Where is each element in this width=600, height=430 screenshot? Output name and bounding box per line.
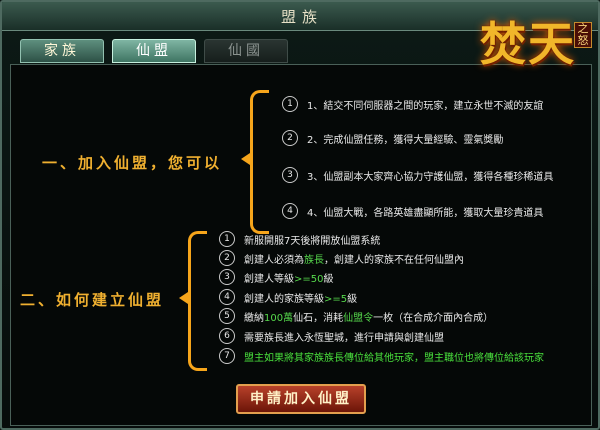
logo-subtitle: 之怒 [574, 22, 592, 48]
tab-family[interactable]: 家族 [20, 39, 104, 63]
number-badge: 4 [219, 289, 235, 305]
list-item-text: 繳納100萬仙石，消耗仙盟令一枚（在合成介面內合成） [244, 312, 494, 324]
game-logo: 焚天 之怒 [470, 2, 598, 88]
list-item: 1 新服開服7天後將開放仙盟系統 [219, 231, 380, 247]
list-item: 3 創建人等級>=50級 [219, 269, 333, 285]
number-badge: 2 [219, 250, 235, 266]
tab-nation[interactable]: 仙國 [204, 39, 288, 63]
bracket-create [188, 231, 207, 371]
number-badge: 1 [282, 96, 298, 112]
list-item-text: 盟主如果將其家族族長傳位給其他玩家，盟主職位也將傳位給該玩家 [244, 352, 544, 364]
number-badge: 2 [282, 130, 298, 146]
number-badge: 3 [282, 167, 298, 183]
list-item: 3 3、仙盟副本大家齊心協力守護仙盟，獲得各種珍稀道具 [282, 167, 553, 183]
logo-title: 焚天 [480, 17, 576, 71]
list-item: 2 創建人必須為族長，創建人的家族不在任何仙盟內 [219, 250, 464, 266]
bracket-pointer-join [241, 153, 250, 165]
list-item-text: 3、仙盟副本大家齊心協力守護仙盟，獲得各種珍稀道具 [307, 171, 554, 183]
list-item: 2 2、完成仙盟任務，獲得大量經驗、靈氣獎勵 [282, 130, 503, 146]
alliance-window: 盟族 家族 仙盟 仙國 一、加入仙盟，您可以 1 1、結交不同伺服器之間的玩家，… [0, 0, 600, 430]
section-heading-create: 二、如何建立仙盟 [20, 291, 165, 309]
number-badge: 7 [219, 348, 235, 364]
number-badge: 6 [219, 328, 235, 344]
list-item: 4 4、仙盟大戰，各路英雄盡顯所能，獲取大量珍貴道具 [282, 203, 543, 219]
number-badge: 3 [219, 269, 235, 285]
list-item: 5 繳納100萬仙石，消耗仙盟令一枚（在合成介面內合成） [219, 308, 493, 324]
list-item-text: 新服開服7天後將開放仙盟系統 [244, 235, 381, 247]
list-item-text: 1、結交不同伺服器之間的玩家，建立永世不滅的友誼 [307, 100, 544, 112]
list-item-text: 4、仙盟大戰，各路英雄盡顯所能，獲取大量珍貴道具 [307, 207, 544, 219]
section-heading-join: 一、加入仙盟，您可以 [42, 154, 223, 172]
number-badge: 1 [219, 231, 235, 247]
list-item: 6 需要族長進入永恆聖城，進行申請與創建仙盟 [219, 328, 444, 344]
tab-alliance[interactable]: 仙盟 [112, 39, 196, 63]
list-item: 4 創建人的家族等級>=5級 [219, 289, 357, 305]
list-item: 1 1、結交不同伺服器之間的玩家，建立永世不滅的友誼 [282, 96, 543, 112]
apply-join-alliance-button[interactable]: 申請加入仙盟 [236, 384, 366, 414]
list-item-text: 創建人的家族等級>=5級 [244, 293, 358, 305]
list-item-text: 需要族長進入永恆聖城，進行申請與創建仙盟 [244, 332, 444, 344]
list-item: 7 盟主如果將其家族族長傳位給其他玩家，盟主職位也將傳位給該玩家 [219, 348, 544, 364]
list-item-text: 創建人必須為族長，創建人的家族不在任何仙盟內 [244, 254, 464, 266]
number-badge: 4 [282, 203, 298, 219]
bracket-pointer-create [179, 292, 188, 304]
number-badge: 5 [219, 308, 235, 324]
bracket-join [250, 90, 269, 234]
list-item-text: 創建人等級>=50級 [244, 273, 334, 285]
list-item-text: 2、完成仙盟任務，獲得大量經驗、靈氣獎勵 [307, 134, 504, 146]
